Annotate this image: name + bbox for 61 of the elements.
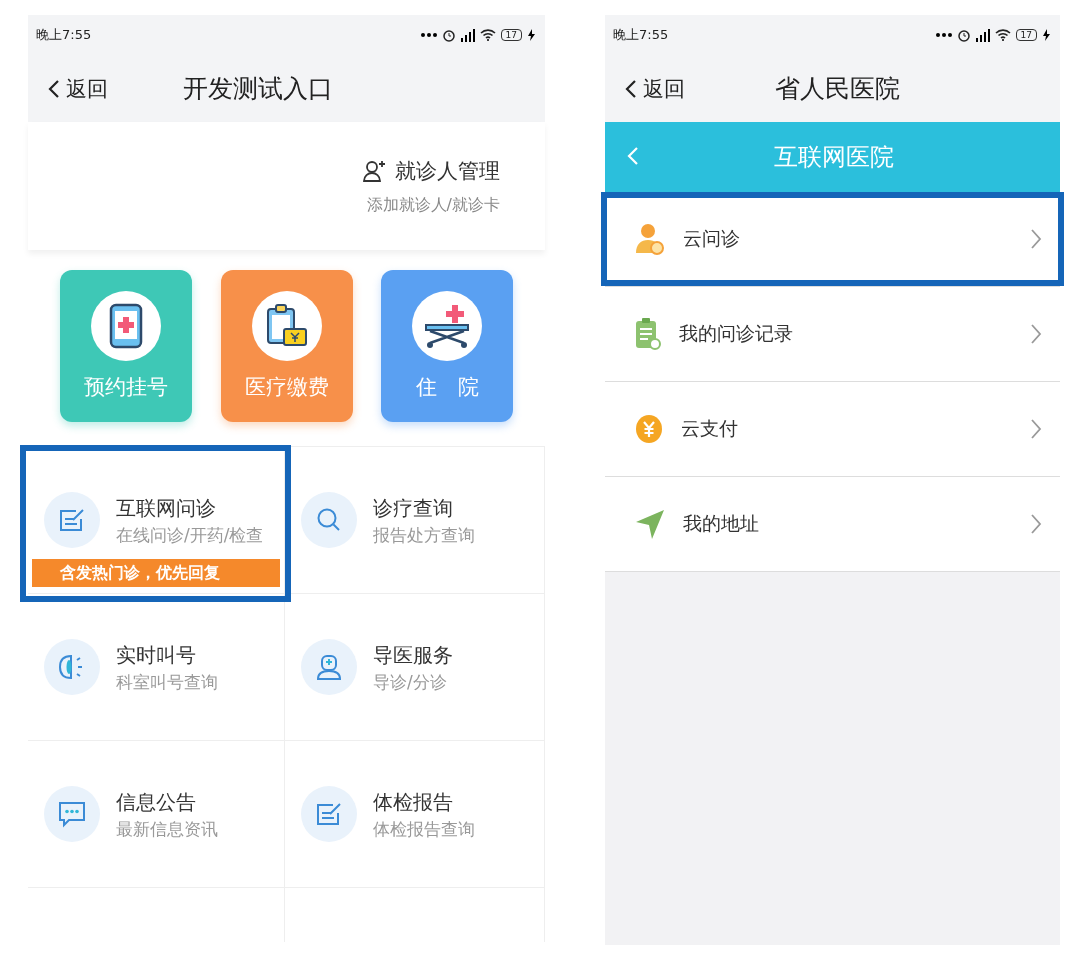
- alarm-icon: [956, 28, 971, 42]
- service-item[interactable]: 实时叫号 科室叫号查询: [28, 594, 285, 741]
- battery-icon: 17: [500, 29, 522, 41]
- note-edit-icon: [58, 507, 86, 533]
- service-title: 实时叫号: [116, 642, 197, 669]
- promo-banner: 含发热门诊，优先回复: [32, 559, 280, 587]
- clipboard-icon: [635, 318, 661, 350]
- navigation-arrow-icon: [635, 508, 665, 540]
- back-icon: [625, 78, 637, 99]
- service-subtitle: 报告处方查询: [373, 526, 476, 545]
- search-icon: [316, 507, 342, 533]
- service-title: 互联网问诊: [116, 495, 217, 522]
- hospital-bed-icon: [422, 303, 472, 349]
- menu-label: 云支付: [681, 416, 739, 441]
- battery-icon: 17: [1015, 29, 1037, 41]
- more-icon: [935, 33, 952, 37]
- signal-icon: [460, 28, 475, 42]
- service-subtitle: 在线问诊/开药/检查: [116, 526, 265, 545]
- header-title: 互联网医院: [774, 142, 894, 173]
- alarm-icon: [441, 28, 456, 42]
- patient-manage-subtitle: 添加就诊人/就诊卡: [366, 194, 500, 216]
- service-title: 体检报告: [373, 789, 454, 816]
- service-subtitle: 最新信息资讯: [116, 820, 219, 839]
- page-title: 开发测试入口: [183, 73, 333, 105]
- service-subtitle: 体检报告查询: [373, 820, 476, 839]
- back-icon: [48, 78, 60, 99]
- chevron-right-icon: [1030, 418, 1042, 440]
- service-item[interactable]: 信息公告 最新信息资讯: [28, 741, 285, 888]
- menu-label: 云问诊: [683, 226, 741, 251]
- doctor-icon: [635, 223, 665, 255]
- yuan-coin-icon: [635, 414, 663, 444]
- charging-icon: [527, 29, 537, 41]
- status-time: 晚上7:55: [613, 26, 669, 44]
- service-title: 信息公告: [116, 789, 197, 816]
- page-title: 省人民医院: [775, 73, 900, 105]
- back-icon: [627, 145, 639, 166]
- add-person-icon: [363, 158, 387, 183]
- service-subtitle: 导诊/分诊: [373, 673, 448, 692]
- doctor-icon: [315, 653, 343, 681]
- patient-manage-button[interactable]: 就诊人管理: [363, 156, 500, 185]
- signal-icon: [975, 28, 990, 42]
- status-time: 晚上7:55: [36, 26, 92, 44]
- phone-icon: [109, 303, 143, 349]
- service-title: 诊疗查询: [373, 495, 454, 522]
- charging-icon: [1042, 29, 1052, 41]
- menu-label: 我的问诊记录: [679, 321, 794, 346]
- chevron-right-icon: [1030, 228, 1042, 250]
- more-icon: [420, 33, 437, 37]
- back-button[interactable]: 返回: [625, 74, 685, 103]
- menu-label: 我的地址: [683, 511, 760, 536]
- wifi-icon: [479, 29, 496, 41]
- service-item[interactable]: 导医服务 导诊/分诊: [285, 594, 545, 741]
- chat-icon: [57, 800, 87, 828]
- back-button[interactable]: 返回: [48, 74, 108, 103]
- chevron-right-icon: [1030, 323, 1042, 345]
- note-edit-icon: [315, 801, 343, 827]
- wifi-icon: [994, 29, 1011, 41]
- chevron-right-icon: [1030, 513, 1042, 535]
- service-subtitle: 科室叫号查询: [116, 673, 219, 692]
- service-title: 导医服务: [373, 642, 454, 669]
- service-item[interactable]: 体检报告 体检报告查询: [285, 741, 545, 888]
